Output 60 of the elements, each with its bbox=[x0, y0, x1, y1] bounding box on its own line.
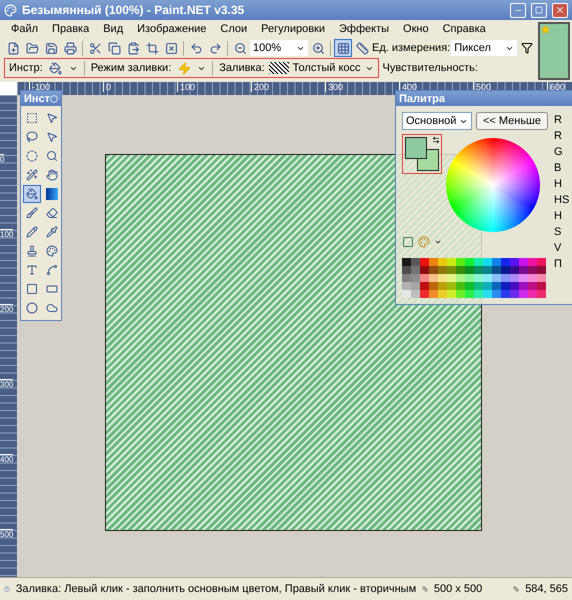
menu-item[interactable]: Вид bbox=[96, 23, 130, 35]
palette-window-title: Палитра bbox=[399, 92, 445, 104]
less-button[interactable]: << Меньше bbox=[476, 112, 548, 130]
channel-label: R bbox=[554, 114, 563, 126]
channel-label: П bbox=[554, 258, 563, 270]
caret-icon[interactable] bbox=[434, 238, 442, 246]
ruler-label: 0 bbox=[0, 154, 4, 164]
ruler-label: 200 bbox=[251, 82, 270, 92]
grid-icon[interactable] bbox=[334, 39, 352, 57]
zoom-dropdown[interactable]: 100% bbox=[250, 40, 308, 56]
close-button[interactable] bbox=[552, 2, 568, 18]
menu-item[interactable]: Слои bbox=[213, 23, 254, 35]
channel-label: H bbox=[554, 210, 563, 222]
units-label: Ед. измерения: bbox=[372, 42, 450, 54]
palette-mode-dropdown[interactable]: Основной bbox=[402, 112, 472, 130]
ruler-label: 500 bbox=[0, 529, 14, 539]
fill-pattern-dropdown[interactable]: Толстый косс bbox=[292, 62, 361, 74]
ruler-label: 300 bbox=[325, 82, 344, 92]
menu-item[interactable]: Справка bbox=[436, 23, 493, 35]
channel-label: H bbox=[554, 178, 563, 190]
hatch-pattern-icon bbox=[268, 62, 289, 74]
channel-label: G bbox=[554, 146, 564, 158]
ruler-corner bbox=[0, 82, 17, 95]
menu-item[interactable]: Эффекты bbox=[332, 23, 396, 35]
fill-mode-label: Режим заливки: bbox=[90, 62, 172, 74]
ruler-label: 0 bbox=[103, 82, 112, 92]
app-icon bbox=[4, 4, 17, 16]
image-size: 500 x 500 bbox=[434, 583, 482, 595]
tool-label: Инстр: bbox=[9, 62, 43, 74]
menu-item[interactable]: Правка bbox=[45, 23, 96, 35]
menu-item[interactable]: Изображение bbox=[130, 23, 214, 35]
channel-label: HS bbox=[554, 194, 570, 206]
minimize-button[interactable] bbox=[510, 2, 526, 18]
status-hint: Заливка: Левый клик - заполнить основным цветом, Правый клик - вторичным bbox=[16, 583, 416, 595]
fill-label: Заливка: bbox=[219, 62, 265, 74]
maximize-icon bbox=[535, 6, 543, 14]
cursor-position: 584, 565 bbox=[525, 583, 568, 595]
star-icon bbox=[541, 25, 550, 34]
window-title: Безымянный (100%) - Paint.NET v3.35 bbox=[22, 3, 246, 17]
menu-item[interactable]: Файл bbox=[4, 23, 46, 35]
channel-label: R bbox=[554, 130, 563, 142]
menu-item[interactable]: Окно bbox=[396, 23, 436, 35]
channel-label: V bbox=[554, 242, 562, 254]
ruler-label: 100 bbox=[0, 229, 14, 239]
ruler-label: 300 bbox=[0, 379, 14, 389]
swap-icon[interactable] bbox=[432, 136, 440, 144]
paint-bucket-icon[interactable] bbox=[23, 185, 41, 203]
menu-item[interactable]: Регулировки bbox=[254, 23, 332, 35]
primary-color-swatch[interactable] bbox=[405, 137, 427, 159]
tools-window-title: Инст bbox=[24, 92, 50, 104]
gradient-icon[interactable] bbox=[43, 185, 61, 203]
units-dropdown[interactable]: Пиксел bbox=[451, 40, 518, 56]
channel-label: B bbox=[554, 162, 562, 174]
sensitivity-label: Чувствительность: bbox=[382, 62, 478, 74]
maximize-button[interactable] bbox=[531, 2, 547, 18]
ruler-label: 200 bbox=[0, 304, 14, 314]
channel-label: S bbox=[554, 226, 562, 238]
ruler-label: 400 bbox=[0, 454, 14, 464]
color-swatch-grid[interactable] bbox=[402, 258, 548, 298]
ruler-label: 100 bbox=[177, 82, 196, 92]
